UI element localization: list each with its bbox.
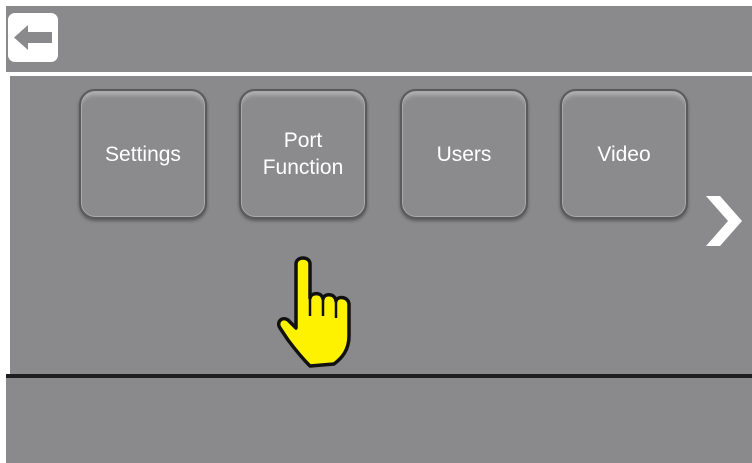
pointing-hand-icon — [276, 256, 351, 368]
tile-label: Video — [597, 142, 651, 166]
tile-label: Users — [436, 142, 492, 166]
video-tile[interactable]: Video — [560, 89, 688, 219]
tile-label: Settings — [105, 142, 181, 166]
settings-tile[interactable]: Settings — [79, 89, 207, 219]
device-screen: Settings Port Function Users Video — [6, 6, 752, 463]
tile-label: Port Function — [262, 129, 344, 179]
port-function-tile[interactable]: Port Function — [239, 89, 367, 219]
users-tile[interactable]: Users — [400, 89, 528, 219]
top-bar — [6, 6, 752, 69]
arrow-left-icon — [14, 25, 52, 50]
bottom-bar — [6, 378, 752, 463]
back-button[interactable] — [8, 13, 58, 62]
chevron-right-icon[interactable] — [702, 192, 746, 250]
panel-left-edge — [6, 76, 10, 376]
